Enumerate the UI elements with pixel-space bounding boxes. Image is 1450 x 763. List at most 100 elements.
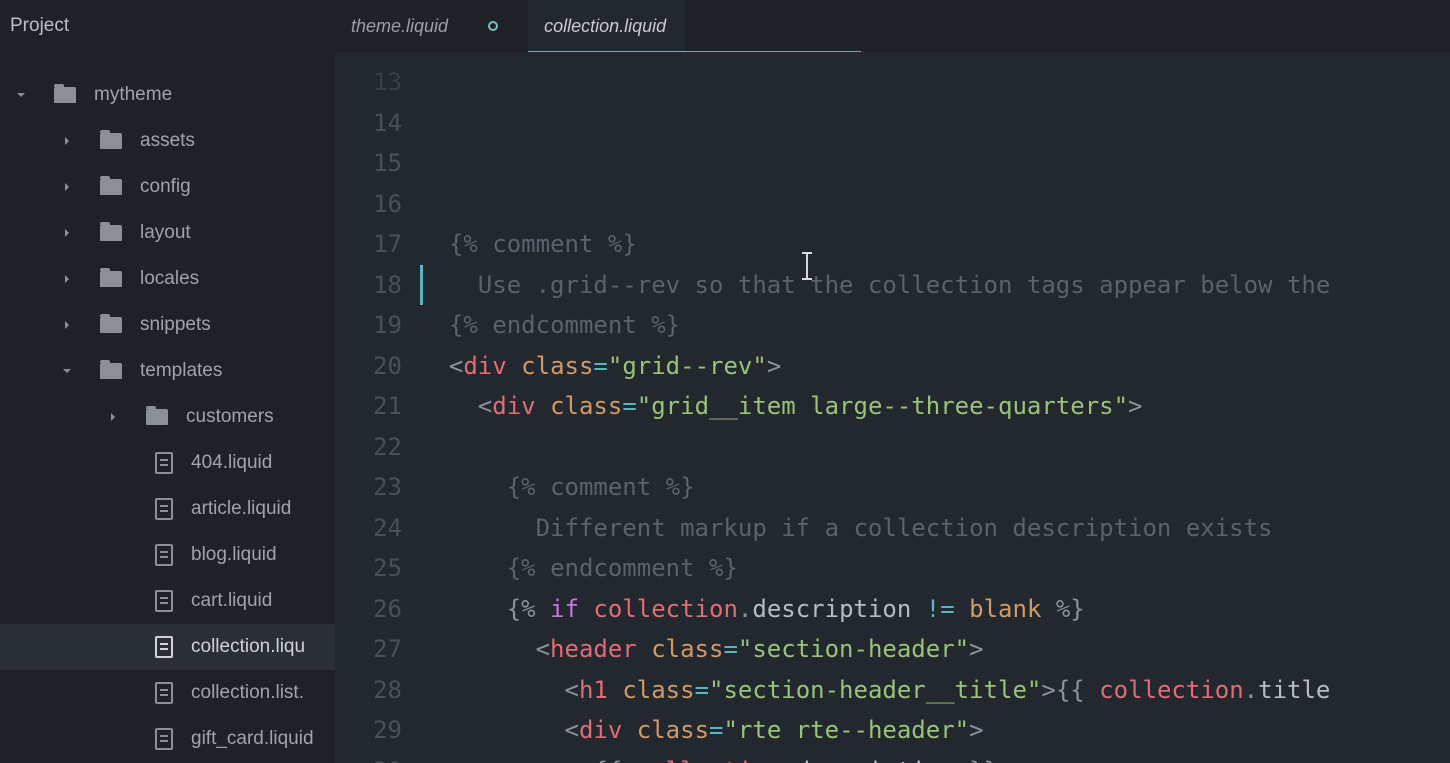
tab-label: theme.liquid xyxy=(351,16,448,37)
line-number: 14 xyxy=(335,103,402,144)
code-line[interactable]: <div class="rte rte--header"> xyxy=(420,710,1450,751)
folder-icon xyxy=(54,87,76,103)
code-line[interactable]: <header class="section-header"> xyxy=(420,629,1450,670)
tree-folder-templates[interactable]: templates xyxy=(0,348,335,394)
tree-label: cart.liquid xyxy=(191,590,272,612)
file-icon xyxy=(155,452,173,474)
file-icon xyxy=(155,590,173,612)
code-line[interactable]: <div class="grid--rev"> xyxy=(420,346,1450,387)
tree-label: mytheme xyxy=(94,84,172,106)
app-root: Project theme.liquid collection.liquid m… xyxy=(0,0,1450,763)
tree-root-mytheme[interactable]: mytheme xyxy=(0,72,335,118)
tree-file-gift-card[interactable]: gift_card.liquid xyxy=(0,716,335,762)
code-line[interactable]: {% if collection.description != blank %} xyxy=(420,589,1450,630)
line-number: 13 xyxy=(335,62,402,103)
chevron-right-icon xyxy=(60,228,74,238)
tree-label: config xyxy=(140,176,191,198)
line-number: 25 xyxy=(335,548,402,589)
line-number: 16 xyxy=(335,184,402,225)
tab-theme-liquid[interactable]: theme.liquid xyxy=(335,0,468,52)
tree-label: locales xyxy=(140,268,199,290)
tree-file-404[interactable]: 404.liquid xyxy=(0,440,335,486)
tree-file-article[interactable]: article.liquid xyxy=(0,486,335,532)
tab-bar: theme.liquid collection.liquid xyxy=(335,0,1450,52)
tree-label: templates xyxy=(140,360,222,382)
code-line[interactable]: {% comment %} xyxy=(420,467,1450,508)
line-number: 19 xyxy=(335,305,402,346)
tree-label: snippets xyxy=(140,314,211,336)
line-number: 23 xyxy=(335,467,402,508)
chevron-right-icon xyxy=(106,412,120,422)
tree-label: collection.list. xyxy=(191,682,304,704)
tree-label: customers xyxy=(186,406,274,428)
chevron-down-icon xyxy=(14,90,28,100)
folder-icon xyxy=(100,363,122,379)
tree-file-collection[interactable]: collection.liqu xyxy=(0,624,335,670)
chevron-right-icon xyxy=(60,320,74,330)
code-line[interactable]: Different markup if a collection descrip… xyxy=(420,508,1450,549)
file-tree[interactable]: mytheme assets config layout xyxy=(0,52,335,763)
chevron-right-icon xyxy=(60,136,74,146)
cursor-line-indicator xyxy=(420,265,423,306)
text-cursor-icon xyxy=(800,252,814,282)
tree-label: collection.liqu xyxy=(191,636,305,658)
code-line[interactable] xyxy=(420,427,1450,468)
line-number: 26 xyxy=(335,589,402,630)
file-icon xyxy=(155,636,173,658)
code-line[interactable]: {{ collection.description }} xyxy=(420,751,1450,763)
code-line[interactable]: {% comment %} xyxy=(420,224,1450,265)
body-split: mytheme assets config layout xyxy=(0,52,1450,763)
tree-folder-config[interactable]: config xyxy=(0,164,335,210)
tree-folder-snippets[interactable]: snippets xyxy=(0,302,335,348)
code-line[interactable]: {% endcomment %} xyxy=(420,305,1450,346)
folder-icon xyxy=(100,133,122,149)
tree-folder-customers[interactable]: customers xyxy=(0,394,335,440)
chevron-right-icon xyxy=(60,182,74,192)
modified-indicator-icon xyxy=(488,21,498,31)
line-number: 18 xyxy=(335,265,402,306)
file-icon xyxy=(155,728,173,750)
line-number: 22 xyxy=(335,427,402,468)
folder-icon xyxy=(100,271,122,287)
line-number: 17 xyxy=(335,224,402,265)
tree-file-cart[interactable]: cart.liquid xyxy=(0,578,335,624)
file-icon xyxy=(155,544,173,566)
line-number: 28 xyxy=(335,670,402,711)
line-number: 21 xyxy=(335,386,402,427)
code-line[interactable]: <div class="grid__item large--three-quar… xyxy=(420,386,1450,427)
tree-folder-assets[interactable]: assets xyxy=(0,118,335,164)
code-editor[interactable]: 131415161718192021222324252627282930 {% … xyxy=(335,52,1450,763)
line-number: 27 xyxy=(335,629,402,670)
code-area[interactable]: {% comment %} Use .grid--rev so that the… xyxy=(420,52,1450,763)
tree-file-blog[interactable]: blog.liquid xyxy=(0,532,335,578)
code-line[interactable]: Use .grid--rev so that the collection ta… xyxy=(420,265,1450,306)
code-line[interactable]: {% endcomment %} xyxy=(420,548,1450,589)
tree-label: 404.liquid xyxy=(191,452,272,474)
tree-file-collection-list[interactable]: collection.list. xyxy=(0,670,335,716)
tree-label: assets xyxy=(140,130,195,152)
tab-collection-liquid[interactable]: collection.liquid xyxy=(528,0,686,52)
tree-folder-layout[interactable]: layout xyxy=(0,210,335,256)
line-number: 30 xyxy=(335,751,402,763)
tree-label: article.liquid xyxy=(191,498,291,520)
line-number: 29 xyxy=(335,710,402,751)
folder-icon xyxy=(100,179,122,195)
line-number: 15 xyxy=(335,143,402,184)
tab-label: collection.liquid xyxy=(544,16,666,37)
tree-folder-locales[interactable]: locales xyxy=(0,256,335,302)
project-label: Project xyxy=(0,15,335,37)
folder-icon xyxy=(146,409,168,425)
tree-label: gift_card.liquid xyxy=(191,728,314,750)
chevron-right-icon xyxy=(60,274,74,284)
chevron-down-icon xyxy=(60,366,74,376)
line-number: 24 xyxy=(335,508,402,549)
top-bar: Project theme.liquid collection.liquid xyxy=(0,0,1450,52)
file-icon xyxy=(155,682,173,704)
folder-icon xyxy=(100,317,122,333)
tree-label: layout xyxy=(140,222,191,244)
code-line[interactable]: <h1 class="section-header__title">{{ col… xyxy=(420,670,1450,711)
folder-icon xyxy=(100,225,122,241)
line-number: 20 xyxy=(335,346,402,387)
tree-label: blog.liquid xyxy=(191,544,277,566)
file-icon xyxy=(155,498,173,520)
